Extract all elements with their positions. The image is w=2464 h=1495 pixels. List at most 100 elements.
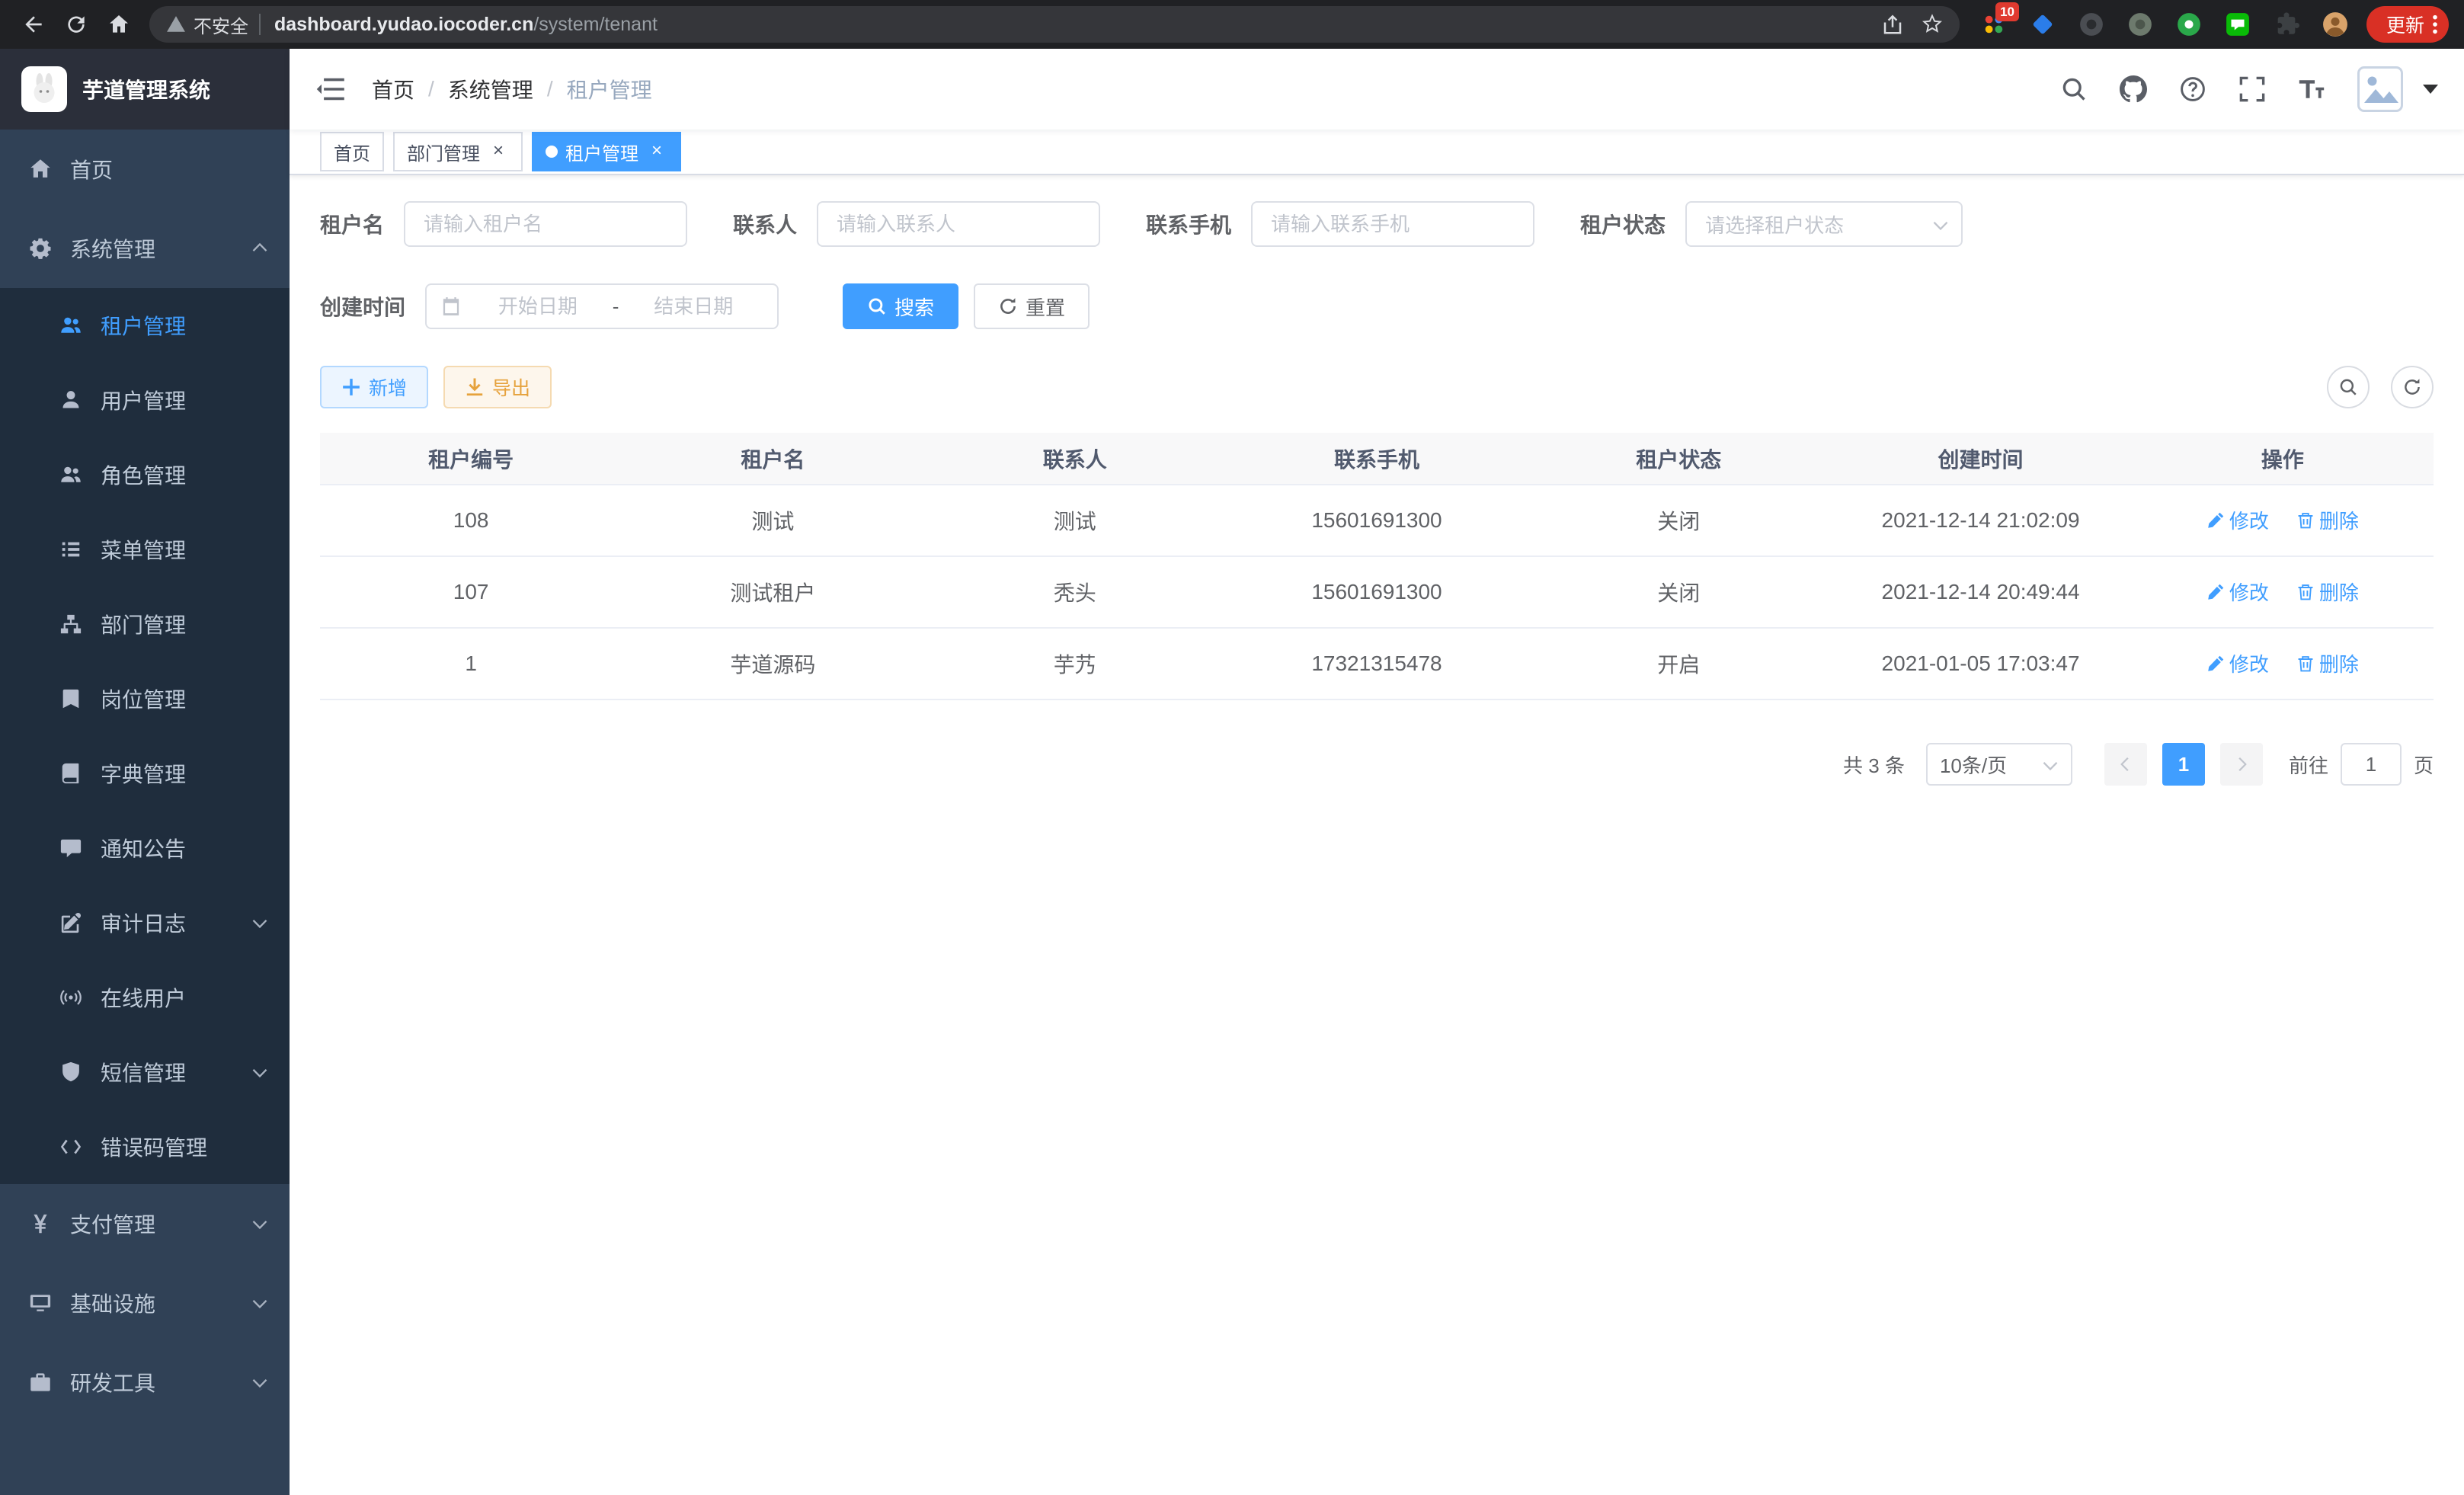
cell-mobile: 17321315478 bbox=[1226, 628, 1528, 699]
github-icon[interactable] bbox=[2120, 75, 2147, 103]
bookmark-star-icon[interactable] bbox=[1912, 6, 1952, 43]
add-button[interactable]: 新增 bbox=[320, 366, 428, 408]
extension-dark-circle-icon[interactable] bbox=[2078, 11, 2104, 37]
tag-home[interactable]: 首页 bbox=[320, 132, 384, 171]
sidebar-item-dept[interactable]: 部门管理 bbox=[0, 587, 290, 661]
sidebar-item-infra[interactable]: 基础设施 bbox=[0, 1263, 290, 1343]
mobile-input[interactable] bbox=[1251, 201, 1534, 247]
export-button[interactable]: 导出 bbox=[443, 366, 552, 408]
reload-icon[interactable] bbox=[55, 5, 98, 44]
browser-menu-icon[interactable] bbox=[2432, 13, 2438, 36]
add-button-label: 新增 bbox=[369, 373, 407, 401]
prev-page-button[interactable] bbox=[2104, 743, 2147, 786]
sidebar-item-dict[interactable]: 字典管理 bbox=[0, 736, 290, 811]
tenant-name-input[interactable] bbox=[404, 201, 687, 247]
sidebar-item-notice[interactable]: 通知公告 bbox=[0, 811, 290, 885]
sidebar-item-role[interactable]: 角色管理 bbox=[0, 437, 290, 512]
calendar-icon bbox=[440, 296, 462, 317]
user-avatar[interactable] bbox=[2357, 66, 2403, 112]
cell-name: 测试租户 bbox=[622, 556, 923, 628]
delete-button[interactable]: 删除 bbox=[2296, 649, 2359, 677]
edit-button[interactable]: 修改 bbox=[2206, 506, 2269, 534]
fullscreen-icon[interactable] bbox=[2238, 75, 2266, 103]
share-icon[interactable] bbox=[1873, 6, 1912, 43]
delete-button[interactable]: 删除 bbox=[2296, 506, 2359, 534]
extension-gray-circle-icon[interactable] bbox=[2127, 11, 2153, 37]
close-tag-icon[interactable]: × bbox=[488, 141, 509, 162]
sidebar-item-error-code[interactable]: 错误码管理 bbox=[0, 1109, 290, 1184]
sidebar-item-online-user[interactable]: 在线用户 bbox=[0, 960, 290, 1035]
status-select[interactable]: 请选择租户状态 bbox=[1685, 201, 1963, 247]
extension-devtools-icon[interactable]: 10 bbox=[1981, 11, 2007, 37]
breadcrumb-item[interactable]: 系统管理 bbox=[448, 74, 533, 104]
sidebar-item-home[interactable]: 首页 bbox=[0, 130, 290, 209]
page-size-value: 10条/页 bbox=[1940, 751, 2007, 779]
table-row: 108测试测试15601691300关闭2021-12-14 21:02:09修… bbox=[320, 485, 2434, 556]
edit-button[interactable]: 修改 bbox=[2206, 578, 2269, 606]
sidebar-item-label: 错误码管理 bbox=[101, 1132, 268, 1162]
back-icon[interactable] bbox=[12, 5, 55, 44]
tag-tenant[interactable]: 租户管理× bbox=[532, 132, 681, 171]
sidebar-item-tenant[interactable]: 租户管理 bbox=[0, 288, 290, 363]
trash-icon bbox=[2296, 511, 2315, 530]
sidebar-item-audit-log[interactable]: 审计日志 bbox=[0, 885, 290, 960]
extension-chat-icon[interactable] bbox=[2225, 11, 2251, 37]
toggle-search-button[interactable] bbox=[2327, 366, 2370, 408]
dict-icon bbox=[59, 762, 82, 785]
cell-created: 2021-12-14 21:02:09 bbox=[1829, 485, 2131, 556]
update-button[interactable]: 更新 bbox=[2366, 6, 2449, 43]
sidebar-item-user[interactable]: 用户管理 bbox=[0, 363, 290, 437]
search-button[interactable]: 搜索 bbox=[843, 283, 958, 329]
users-icon bbox=[59, 314, 82, 337]
column-header: 租户编号 bbox=[320, 433, 622, 485]
close-tag-icon[interactable]: × bbox=[646, 141, 667, 162]
end-date-input[interactable] bbox=[623, 295, 763, 319]
sidebar-item-label: 字典管理 bbox=[101, 758, 268, 789]
page-number-1[interactable]: 1 bbox=[2162, 743, 2205, 786]
chevron-down-icon bbox=[1932, 216, 1949, 233]
cell-name: 测试 bbox=[622, 485, 923, 556]
list-icon bbox=[59, 538, 82, 561]
sidebar-menu: 首页系统管理租户管理用户管理角色管理菜单管理部门管理岗位管理字典管理通知公告审计… bbox=[0, 130, 290, 1495]
sidebar-item-post[interactable]: 岗位管理 bbox=[0, 661, 290, 736]
font-size-icon[interactable] bbox=[2298, 75, 2325, 103]
app-logo[interactable]: 芋道管理系统 bbox=[0, 49, 290, 130]
sidebar-item-label: 基础设施 bbox=[70, 1288, 233, 1318]
address-bar[interactable]: 不安全 dashboard.yudao.iocoder.cn/system/te… bbox=[149, 6, 1960, 43]
help-icon[interactable] bbox=[2179, 75, 2206, 103]
avatar-caret-down-icon[interactable] bbox=[2423, 85, 2438, 94]
goto-page-input[interactable] bbox=[2341, 743, 2402, 786]
edit-button[interactable]: 修改 bbox=[2206, 649, 2269, 677]
tag-dept[interactable]: 部门管理× bbox=[393, 132, 523, 171]
create-time-range-picker[interactable]: - bbox=[425, 283, 779, 329]
browser-profile-avatar[interactable] bbox=[2322, 11, 2348, 37]
reset-button[interactable]: 重置 bbox=[974, 283, 1090, 329]
cell-mobile: 15601691300 bbox=[1226, 485, 1528, 556]
header-search-icon[interactable] bbox=[2060, 75, 2088, 103]
filter-mobile: 联系手机 bbox=[1146, 201, 1534, 247]
delete-button[interactable]: 删除 bbox=[2296, 578, 2359, 606]
code-icon bbox=[59, 1135, 82, 1158]
sidebar-item-system[interactable]: 系统管理 bbox=[0, 209, 290, 288]
home-icon bbox=[29, 158, 52, 181]
sidebar-item-dev-tools[interactable]: 研发工具 bbox=[0, 1343, 290, 1422]
sidebar-item-menu[interactable]: 菜单管理 bbox=[0, 512, 290, 587]
browser-chrome: 不安全 dashboard.yudao.iocoder.cn/system/te… bbox=[0, 0, 2464, 49]
refresh-table-button[interactable] bbox=[2391, 366, 2434, 408]
extension-green-circle-icon[interactable] bbox=[2176, 11, 2202, 37]
sidebar-toggle-icon[interactable] bbox=[315, 75, 346, 103]
contact-input[interactable] bbox=[817, 201, 1100, 247]
browser-home-icon[interactable] bbox=[98, 5, 140, 44]
breadcrumb-item[interactable]: 首页 bbox=[372, 74, 414, 104]
pencil-icon bbox=[2206, 655, 2225, 673]
tags-view: 首页部门管理×租户管理× bbox=[290, 130, 2464, 175]
extensions-puzzle-icon[interactable] bbox=[2274, 11, 2299, 37]
next-page-button[interactable] bbox=[2220, 743, 2263, 786]
sidebar-item-pay[interactable]: 支付管理 bbox=[0, 1184, 290, 1263]
page-size-select[interactable]: 10条/页 bbox=[1926, 743, 2072, 786]
chevron-down-icon bbox=[251, 1374, 268, 1391]
sidebar-item-sms[interactable]: 短信管理 bbox=[0, 1035, 290, 1109]
start-date-input[interactable] bbox=[468, 295, 608, 319]
extension-blue-diamond-icon[interactable] bbox=[2030, 11, 2056, 37]
download-icon bbox=[465, 377, 485, 397]
